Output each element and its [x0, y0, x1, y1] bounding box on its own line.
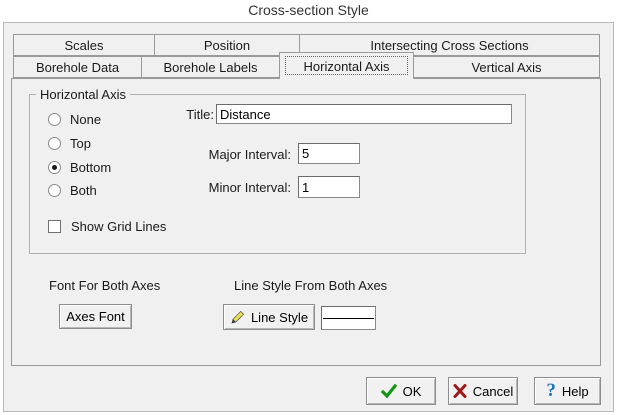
tab-scales[interactable]: Scales — [13, 34, 155, 56]
tab-borehole-data[interactable]: Borehole Data — [13, 56, 142, 78]
help-button-label: Help — [562, 384, 589, 399]
radio-label: Bottom — [70, 160, 111, 175]
help-button[interactable]: ? Help — [534, 377, 601, 405]
radio-circle-both[interactable] — [48, 184, 61, 197]
tab-label: Horizontal Axis — [304, 59, 390, 74]
radio-circle-top[interactable] — [48, 137, 61, 150]
radio-both[interactable]: Both — [48, 183, 97, 198]
line-style-preview-line — [323, 318, 374, 319]
line-style-button[interactable]: Line Style — [223, 304, 315, 330]
radio-circle-bottom-selected[interactable] — [48, 161, 61, 174]
axes-font-button[interactable]: Axes Font — [59, 304, 132, 329]
cancel-button[interactable]: Cancel — [448, 377, 518, 405]
show-grid-lines-checkbox[interactable]: Show Grid Lines — [48, 219, 166, 234]
radio-none[interactable]: None — [48, 112, 101, 127]
title-label: Title: — [144, 107, 214, 122]
ok-button[interactable]: OK — [366, 377, 436, 405]
pencil-icon — [230, 310, 245, 325]
title-input[interactable] — [216, 104, 512, 124]
tab-borehole-labels[interactable]: Borehole Labels — [141, 56, 280, 78]
radio-label: Top — [70, 136, 91, 151]
checkbox-label: Show Grid Lines — [71, 219, 166, 234]
checkbox-box[interactable] — [48, 220, 61, 233]
line-style-section-label: Line Style From Both Axes — [234, 278, 387, 293]
line-style-preview[interactable] — [321, 306, 376, 330]
minor-interval-label: Minor Interval: — [191, 180, 291, 195]
minor-interval-input[interactable] — [298, 176, 360, 198]
tab-horizontal-axis[interactable]: Horizontal Axis — [279, 52, 414, 79]
tab-label: Scales — [64, 38, 103, 53]
radio-top[interactable]: Top — [48, 136, 91, 151]
x-icon — [453, 384, 467, 398]
window-title: Cross-section Style — [0, 2, 617, 18]
question-mark-icon: ? — [546, 381, 556, 400]
check-icon — [381, 384, 397, 399]
tab-label: Borehole Labels — [164, 60, 258, 75]
font-section-label: Font For Both Axes — [49, 278, 160, 293]
tab-label: Vertical Axis — [471, 60, 541, 75]
groupbox-title: Horizontal Axis — [36, 87, 130, 102]
major-interval-input[interactable] — [298, 143, 360, 164]
tab-label: Position — [204, 38, 250, 53]
radio-circle-none[interactable] — [48, 113, 61, 126]
dialog-cross-section-style: Scales Position Intersecting Cross Secti… — [3, 22, 614, 412]
radio-label: None — [70, 112, 101, 127]
ok-button-label: OK — [403, 384, 422, 399]
radio-label: Both — [70, 183, 97, 198]
major-interval-label: Major Interval: — [191, 147, 291, 162]
tab-vertical-axis[interactable]: Vertical Axis — [413, 56, 600, 78]
tab-label: Intersecting Cross Sections — [370, 38, 528, 53]
radio-bottom[interactable]: Bottom — [48, 160, 111, 175]
tab-label: Borehole Data — [36, 60, 119, 75]
axes-font-button-label: Axes Font — [66, 309, 125, 324]
line-style-button-label: Line Style — [251, 310, 308, 325]
cancel-button-label: Cancel — [473, 384, 513, 399]
